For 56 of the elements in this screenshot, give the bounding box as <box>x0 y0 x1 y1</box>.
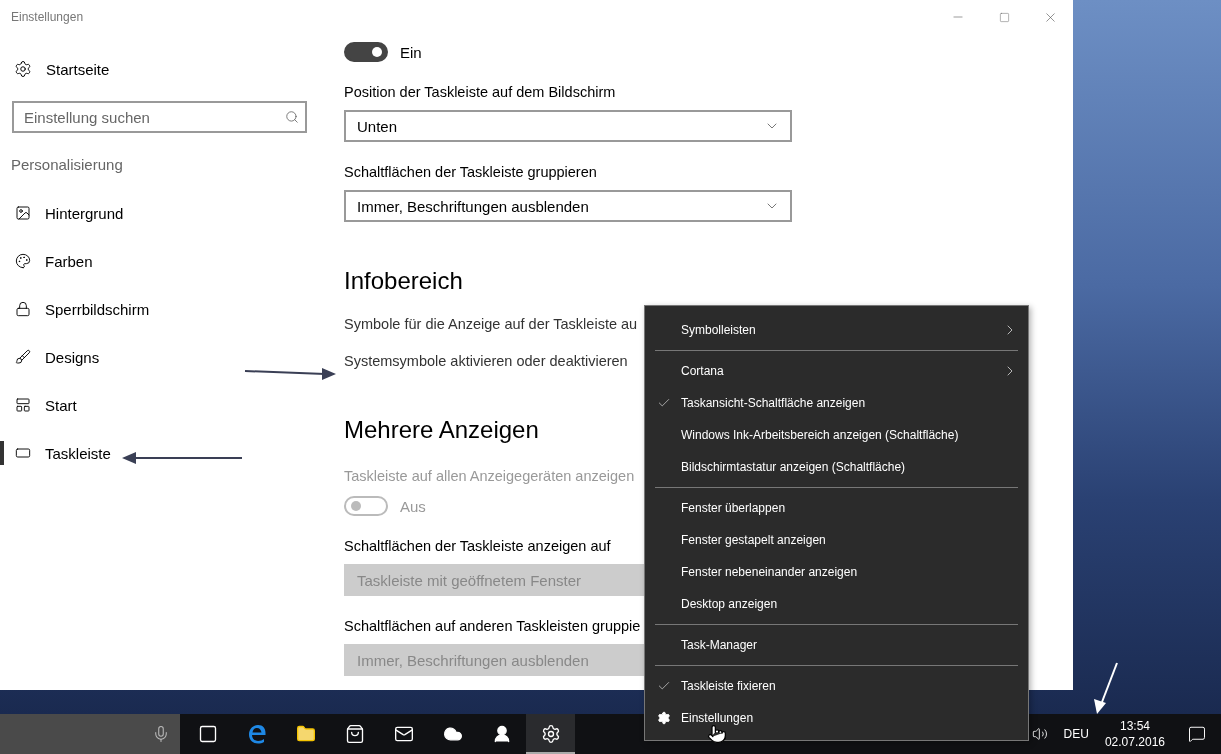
window-title: Einstellungen <box>11 10 85 24</box>
setting-label: Schaltflächen der Taskleiste anzeigen auf <box>344 537 611 556</box>
menu-item[interactable]: Fenster gestapelt anzeigen <box>655 524 1018 556</box>
setting-label: Schaltflächen der Taskleiste gruppieren <box>344 163 597 182</box>
setting-label: Schaltflächen auf anderen Taskleisten gruppie <box>344 617 641 636</box>
settings-link[interactable]: Systemsymbole aktivieren oder deaktivieren <box>344 351 628 371</box>
nav-item[interactable]: Sperrbildschirm <box>0 300 150 318</box>
settings-icon <box>657 711 671 725</box>
section-label: Personalisierung <box>11 155 123 175</box>
toggle-state-label: Ein <box>400 43 422 61</box>
menu-item[interactable]: Bildschirmtastatur anzeigen (Schaltfläche) <box>655 451 1018 483</box>
search-field[interactable]: Einstellung suchen <box>12 101 307 133</box>
menu-item[interactable]: Windows Ink-Arbeitsbereich anzeigen (Schaltfläche) <box>655 419 1018 451</box>
shopping-bag-icon <box>344 724 365 744</box>
menu-item[interactable]: Symbolleisten <box>655 314 1018 346</box>
mail-icon <box>393 724 414 744</box>
settings-link[interactable]: Symbole für die Anzeige auf der Taskleiste au <box>344 314 638 334</box>
dropdown[interactable]: Immer, Beschriftungen ausblenden <box>344 190 792 222</box>
nav-item[interactable]: Designs <box>0 348 100 366</box>
nav-item[interactable]: Start <box>0 396 77 414</box>
nav-item[interactable]: Taskleiste <box>0 444 111 462</box>
cloud-icon <box>442 724 463 744</box>
hand-cursor-icon <box>707 724 727 744</box>
nav-item[interactable]: Farben <box>0 252 93 270</box>
toggle-switch[interactable] <box>344 42 388 62</box>
settings-icon <box>14 60 32 78</box>
palette-icon <box>15 253 31 269</box>
dropdown[interactable]: Unten <box>344 110 792 142</box>
clock[interactable]: 13:54 02.07.2016 <box>1096 714 1173 754</box>
brush-icon <box>15 349 31 365</box>
menu-item[interactable]: Cortana <box>655 355 1018 387</box>
task-view-icon <box>197 724 218 744</box>
menu-item[interactable]: Fenster überlappen <box>655 492 1018 524</box>
picture-icon <box>15 205 31 221</box>
notification-icon <box>1188 725 1206 743</box>
language-indicator[interactable]: DEU <box>1055 714 1097 754</box>
folder-icon <box>295 724 316 744</box>
section-heading: Mehrere Anzeigen <box>344 415 539 445</box>
menu-item[interactable]: Einstellungen <box>655 702 1018 734</box>
menu-item[interactable]: Taskansicht-Schaltfläche anzeigen <box>655 387 1018 419</box>
tiles-icon <box>15 397 31 413</box>
search-icon <box>285 110 299 124</box>
settings-icon <box>540 724 561 744</box>
nav-item[interactable]: Hintergrund <box>0 204 124 222</box>
speaker-icon <box>1031 726 1048 742</box>
microphone-icon <box>152 725 170 743</box>
setting-label: Taskleiste auf allen Anzeigegeräten anzeigen <box>344 467 635 486</box>
section-heading: Infobereich <box>344 266 463 296</box>
toggle-state-label: Aus <box>400 497 426 515</box>
taskbar-app-button[interactable] <box>526 714 575 754</box>
lock-icon <box>15 301 31 317</box>
setting-label: Position der Taskleiste auf dem Bildschirm <box>344 83 616 102</box>
annotation-arrow <box>1094 662 1118 714</box>
maximize-icon <box>998 11 1010 23</box>
taskbar-icon <box>15 445 31 461</box>
home-nav-item[interactable]: Startseite <box>0 49 320 89</box>
